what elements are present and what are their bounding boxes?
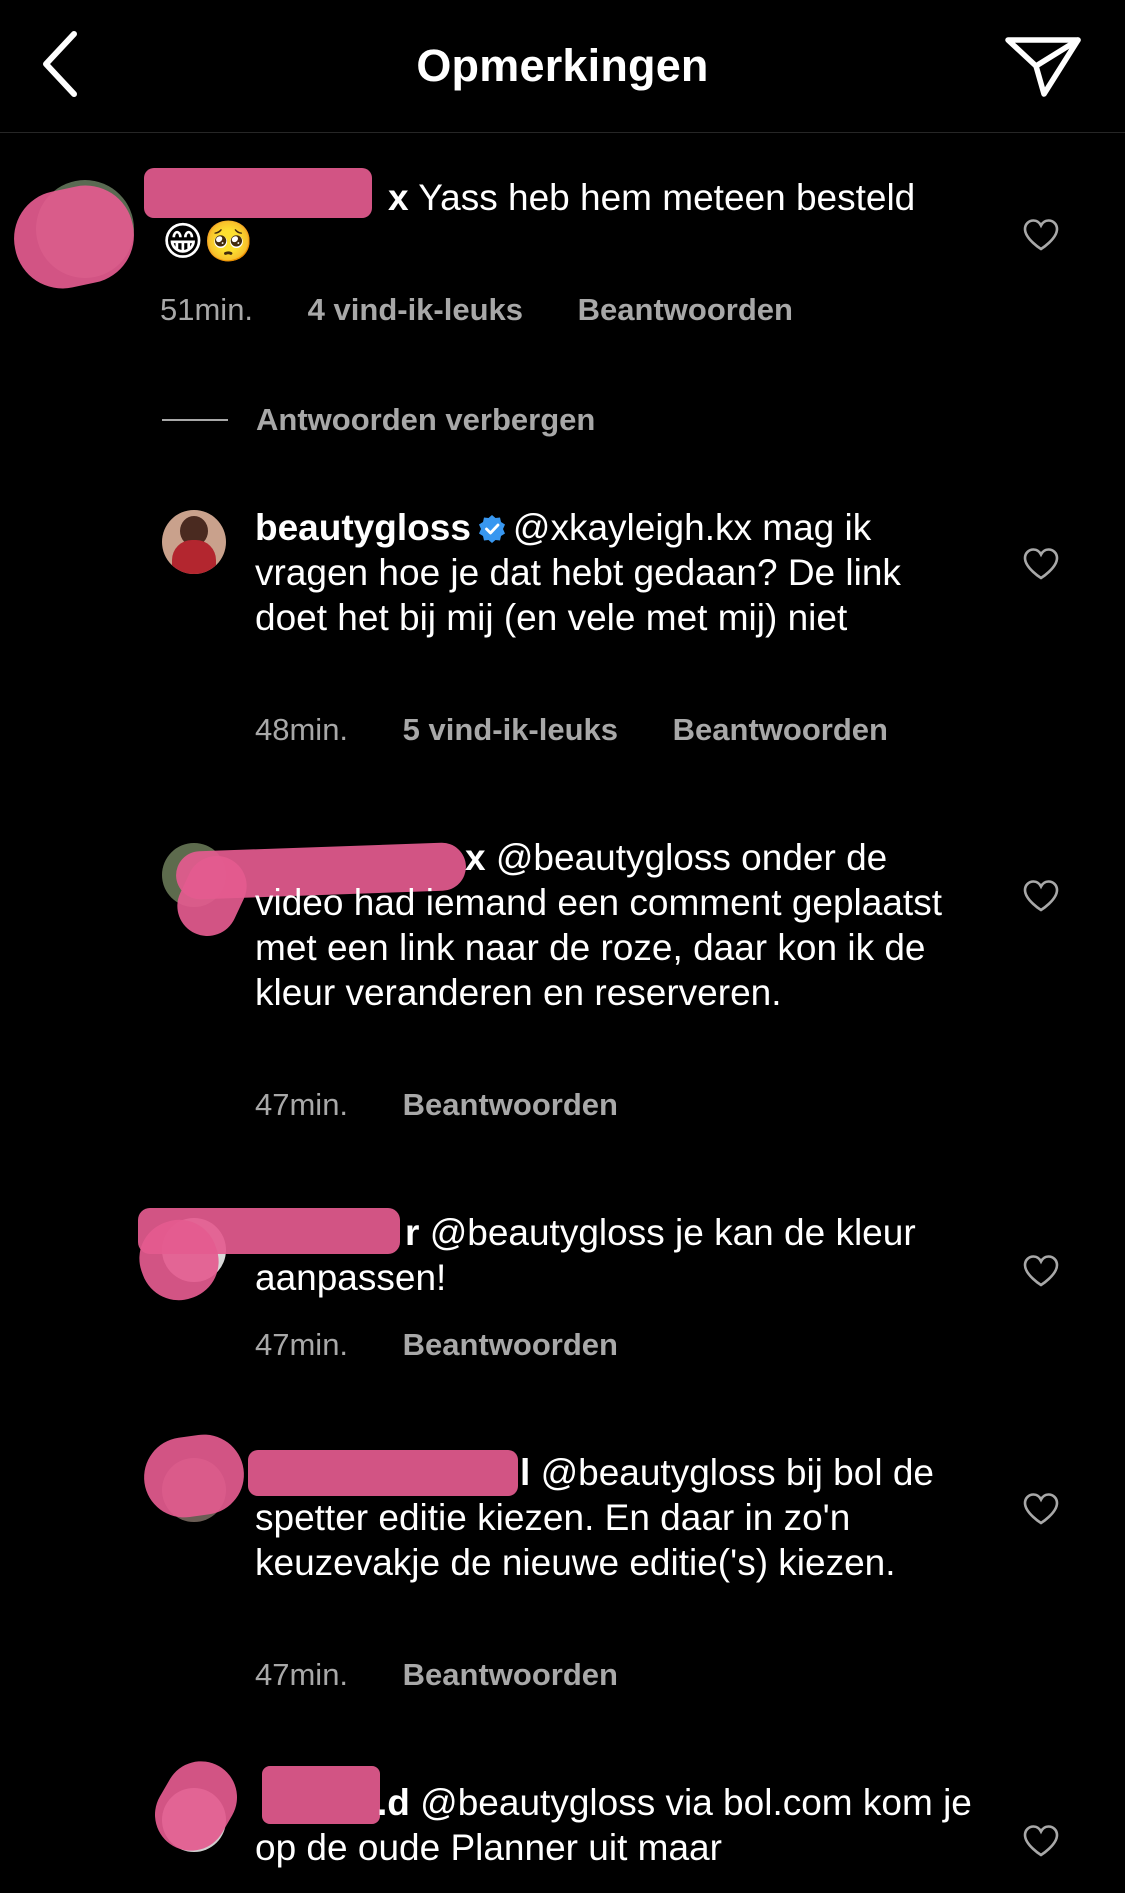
like-count[interactable]: 4 vind-ik-leuks xyxy=(308,292,523,327)
emoji-group: 😁🥺 xyxy=(162,220,254,264)
mention-link[interactable]: @beautygloss xyxy=(541,1452,776,1493)
comment-meta: 48min. 5 vind-ik-leuks Beantwoorden xyxy=(255,712,934,748)
comment-time: 48min. xyxy=(255,712,349,747)
comment-text: .d @beautygloss via bol.com kom je op de… xyxy=(255,1780,975,1870)
comment-text: r @beautygloss je kan de kleur aanpassen… xyxy=(255,1210,975,1300)
comment-meta: 47min. Beantwoorden xyxy=(255,1657,664,1693)
reply-button[interactable]: Beantwoorden xyxy=(403,1087,618,1122)
comment-meta: 47min. Beantwoorden xyxy=(255,1087,664,1123)
avatar[interactable] xyxy=(162,510,226,574)
hide-replies-label: Antwoorden verbergen xyxy=(256,402,596,437)
redaction-mark xyxy=(5,176,143,298)
comment-text: l @beautygloss bij bol de spetter editie… xyxy=(255,1450,975,1585)
comment-text: x Yass heb hem meteen besteld 😁🥺 xyxy=(162,175,972,265)
comment-time: 47min. xyxy=(255,1327,349,1362)
comment-username[interactable]: beautygloss xyxy=(255,507,471,548)
redaction-mark xyxy=(141,1748,251,1864)
comment-username[interactable]: r xyxy=(405,1212,419,1253)
comment-username[interactable]: l xyxy=(520,1452,530,1493)
hide-replies-toggle[interactable]: Antwoorden verbergen xyxy=(162,398,595,442)
comment-text: beautygloss @xkayleigh.kx mag ik vragen … xyxy=(255,505,975,640)
comment-username[interactable]: .d xyxy=(377,1782,410,1823)
reply-button[interactable]: Beantwoorden xyxy=(673,712,888,747)
redaction-mark xyxy=(138,1429,250,1523)
paper-plane-icon xyxy=(1005,37,1081,97)
comment-body: Yass heb hem meteen besteld xyxy=(418,177,916,218)
mention-link[interactable]: @beautygloss xyxy=(430,1212,665,1253)
comment-username[interactable]: x xyxy=(465,837,486,878)
like-count[interactable]: 5 vind-ik-leuks xyxy=(403,712,618,747)
comments-screen: Opmerkingen x Yass heb hem meteen bestel… xyxy=(0,0,1125,1893)
comment-meta: 47min. Beantwoorden xyxy=(255,1327,664,1363)
reply-button[interactable]: Beantwoorden xyxy=(578,292,793,327)
like-heart-icon[interactable] xyxy=(1022,879,1060,913)
comment-time: 47min. xyxy=(255,1087,349,1122)
divider-line xyxy=(162,419,228,421)
like-heart-icon[interactable] xyxy=(1022,218,1060,252)
comment-username[interactable]: x xyxy=(388,177,409,218)
mention-link[interactable]: @beautygloss xyxy=(420,1782,655,1823)
reply-button[interactable]: Beantwoorden xyxy=(403,1657,618,1692)
page-title: Opmerkingen xyxy=(416,40,709,91)
like-heart-icon[interactable] xyxy=(1022,1492,1060,1526)
mention-link[interactable]: @xkayleigh.kx xyxy=(513,507,752,548)
like-heart-icon[interactable] xyxy=(1022,547,1060,581)
mention-link[interactable]: @beautygloss xyxy=(496,837,731,878)
comment-text: x @beautygloss onder de video had iemand… xyxy=(255,835,975,1015)
header-bar: Opmerkingen xyxy=(0,0,1125,133)
like-heart-icon[interactable] xyxy=(1022,1824,1060,1858)
reply-button[interactable]: Beantwoorden xyxy=(403,1327,618,1362)
comment-time: 47min. xyxy=(255,1657,349,1692)
comment-meta: 51min. 4 vind-ik-leuks Beantwoorden xyxy=(160,292,839,328)
share-button[interactable] xyxy=(1000,30,1086,100)
comment-time: 51min. xyxy=(160,292,254,327)
verified-badge-icon xyxy=(478,515,505,543)
like-heart-icon[interactable] xyxy=(1022,1254,1060,1288)
